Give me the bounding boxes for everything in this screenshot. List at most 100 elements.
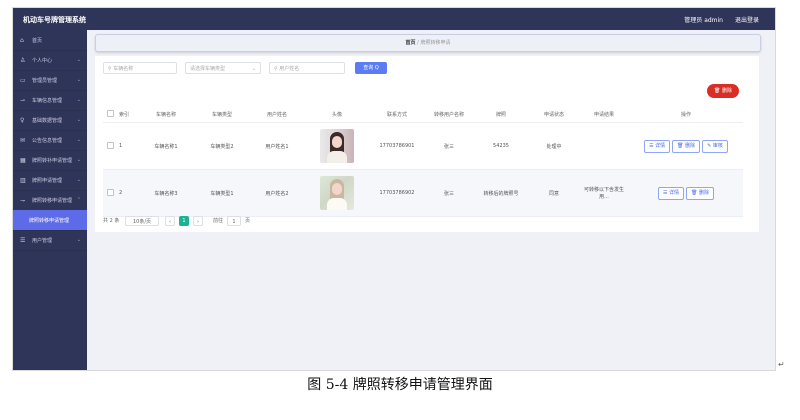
col-header: 牌照: [473, 106, 529, 123]
grid-icon: ▥: [20, 176, 26, 184]
page-size-value: 10条/页: [132, 219, 152, 225]
avatar: [320, 176, 354, 210]
content-panel: ⚲ 车辆名称 请选择车辆类型 ⌄ ⚲ 用户姓名 查询 Q 🗑 删除 索引 车辆名…: [95, 56, 759, 232]
select-all-checkbox[interactable]: [106, 109, 114, 117]
page-1-button[interactable]: 1: [179, 216, 189, 226]
vehicle-name-input[interactable]: ⚲ 车辆名称: [103, 62, 177, 74]
delete-button[interactable]: 🗑 删除: [672, 139, 701, 153]
top-bar: 机动车号牌管理系统 管理员 admin 退出登录: [13, 8, 775, 30]
user-name-placeholder: 用户姓名: [279, 66, 300, 72]
pin-icon: ♀: [20, 116, 25, 124]
cell-status: 同意: [529, 169, 579, 217]
app-window: 机动车号牌管理系统 管理员 admin 退出登录 ⌂ 首页 ♙ 个人中心 ⌄ ▭ 管理员…: [12, 7, 776, 371]
col-header: 申请结果: [579, 106, 629, 123]
chevron-down-icon: ⌄: [76, 137, 81, 143]
col-header: 车辆类型: [195, 106, 249, 123]
cell-actions: ☰ 详情 🗑 删除: [629, 169, 743, 217]
goto-label: 前往: [213, 218, 224, 224]
cell-status: 处理中: [529, 122, 579, 170]
page-size-select[interactable]: 10条/页: [125, 216, 159, 226]
next-page-button[interactable]: ›: [193, 216, 203, 226]
grid-icon: ▦: [20, 156, 26, 164]
table-header-row: 索引 车辆名称 车辆类型 用户姓名 头像 联系方式 转移用户名称 牌照 申请状态…: [103, 106, 743, 123]
col-header: 用户姓名: [249, 106, 305, 123]
monitor-icon: ▭: [20, 76, 26, 84]
cell-user-name: 用户姓名2: [249, 169, 305, 217]
row-checkbox[interactable]: [106, 188, 114, 196]
sidebar-item-label: 首页: [32, 37, 43, 44]
chevron-down-icon: ⌄: [76, 157, 81, 163]
chevron-down-icon: ⌄: [251, 66, 256, 72]
col-header: 索引: [117, 106, 137, 123]
cell-transfer-user: 张三: [425, 169, 473, 217]
chevron-down-icon: ⌄: [76, 237, 81, 243]
sidebar-item-label: 牌照转补申请管理: [32, 157, 73, 164]
sidebar-item-label: 牌照转移申请管理: [32, 197, 73, 204]
vehicle-type-placeholder: 请选择车辆类型: [190, 66, 226, 72]
col-header: 联系方式: [369, 106, 425, 123]
row-checkbox[interactable]: [106, 141, 114, 149]
delete-button[interactable]: 🗑 删除: [686, 186, 714, 200]
home-icon: ⌂: [20, 36, 24, 44]
total-count: 共 2 条: [103, 218, 120, 224]
cell-user-name: 用户姓名1: [249, 122, 305, 170]
col-header: 头像: [305, 106, 369, 123]
cell-index: 1: [117, 122, 137, 170]
sidebar-item-label: 牌照申请管理: [32, 177, 63, 184]
cell-index: 2: [117, 169, 137, 217]
breadcrumb-separator: /: [417, 40, 419, 46]
sidebar-item-base-data[interactable]: ♀ 基础数据管理 ⌄: [13, 110, 87, 131]
goto-page-input[interactable]: 1: [227, 216, 241, 226]
col-header: 转移用户名称: [425, 106, 473, 123]
sidebar-item-label: 基础数据管理: [32, 117, 63, 124]
sidebar-item-vehicles[interactable]: ⇀ 车辆信息管理 ⌄: [13, 90, 87, 111]
sidebar: ⌂ 首页 ♙ 个人中心 ⌄ ▭ 管理员管理 ⌄ ⇀ 车辆信息管理 ⌄ ♀ 基础数据管理 ⌄ ✉ 公告…: [13, 30, 87, 370]
cell-plate: 转移后的牌照号: [473, 169, 529, 217]
breadcrumb-home[interactable]: 首页: [406, 40, 416, 46]
admin-label: 管理员 admin: [684, 17, 723, 24]
cell-result: [579, 122, 629, 170]
vehicle-type-select[interactable]: 请选择车辆类型 ⌄: [185, 62, 261, 74]
sidebar-item-label: 车辆信息管理: [32, 97, 63, 104]
user-icon: ♙: [20, 56, 26, 64]
list-icon: ☰: [20, 236, 26, 244]
send-icon: ⇁: [20, 196, 26, 204]
paragraph-mark: ↵: [778, 360, 785, 369]
avatar: [320, 129, 354, 163]
sidebar-item-plate-apply[interactable]: ▥ 牌照申请管理 ⌄: [13, 170, 87, 191]
cell-transfer-user: 张三: [425, 122, 473, 170]
user-name-input[interactable]: ⚲ 用户姓名: [269, 62, 345, 74]
logout-link[interactable]: 退出登录: [735, 15, 759, 24]
sidebar-item-notices[interactable]: ✉ 公告信息管理 ⌄: [13, 130, 87, 151]
search-button[interactable]: 查询 Q: [355, 62, 387, 74]
detail-button[interactable]: ☰ 详情: [644, 139, 671, 153]
table-row: 2 车辆名称3 车辆类型1 用户姓名2 17703786902 张三 转移后的牌…: [103, 169, 743, 217]
sidebar-item-plate-reissue[interactable]: ▦ 牌照转补申请管理 ⌄: [13, 150, 87, 171]
sidebar-item-home[interactable]: ⌂ 首页: [13, 30, 87, 51]
sidebar-item-admins[interactable]: ▭ 管理员管理 ⌄: [13, 70, 87, 91]
send-icon: ⇀: [20, 96, 26, 104]
col-header: 操作: [629, 106, 743, 123]
chevron-down-icon: ⌄: [76, 177, 81, 183]
sidebar-subitem-plate-transfer[interactable]: 牌照转移申请管理: [13, 210, 87, 231]
vehicle-name-placeholder: 车辆名称: [113, 66, 134, 72]
breadcrumb-current: 牌照转移申请: [420, 40, 451, 46]
sidebar-item-users[interactable]: ☰ 用户管理 ⌄: [13, 230, 87, 251]
cell-vehicle-name: 车辆名称1: [137, 122, 195, 170]
sidebar-item-label: 管理员管理: [32, 77, 58, 84]
sidebar-item-label: 个人中心: [32, 57, 53, 64]
cell-phone: 17703786901: [369, 122, 425, 170]
sidebar-item-profile[interactable]: ♙ 个人中心 ⌄: [13, 50, 87, 71]
review-button[interactable]: ✎ 审核: [702, 139, 728, 153]
sidebar-item-plate-transfer[interactable]: ⇁ 牌照转移申请管理 ⌃: [13, 190, 87, 211]
cell-vehicle-name: 车辆名称3: [137, 169, 195, 217]
cell-vehicle-type: 车辆类型1: [195, 169, 249, 217]
col-header: 车辆名称: [137, 106, 195, 123]
prev-page-button[interactable]: ‹: [165, 216, 175, 226]
chevron-up-icon: ⌃: [76, 197, 81, 203]
batch-delete-button[interactable]: 🗑 删除: [707, 84, 739, 98]
breadcrumb: 首页 / 牌照转移申请: [95, 34, 761, 52]
detail-button[interactable]: ☰ 详情: [657, 186, 685, 200]
search-icon: ⚲: [274, 66, 278, 72]
table-row: 1 车辆名称1 车辆类型2 用户姓名1 17703786901 张三 54235…: [103, 122, 743, 170]
